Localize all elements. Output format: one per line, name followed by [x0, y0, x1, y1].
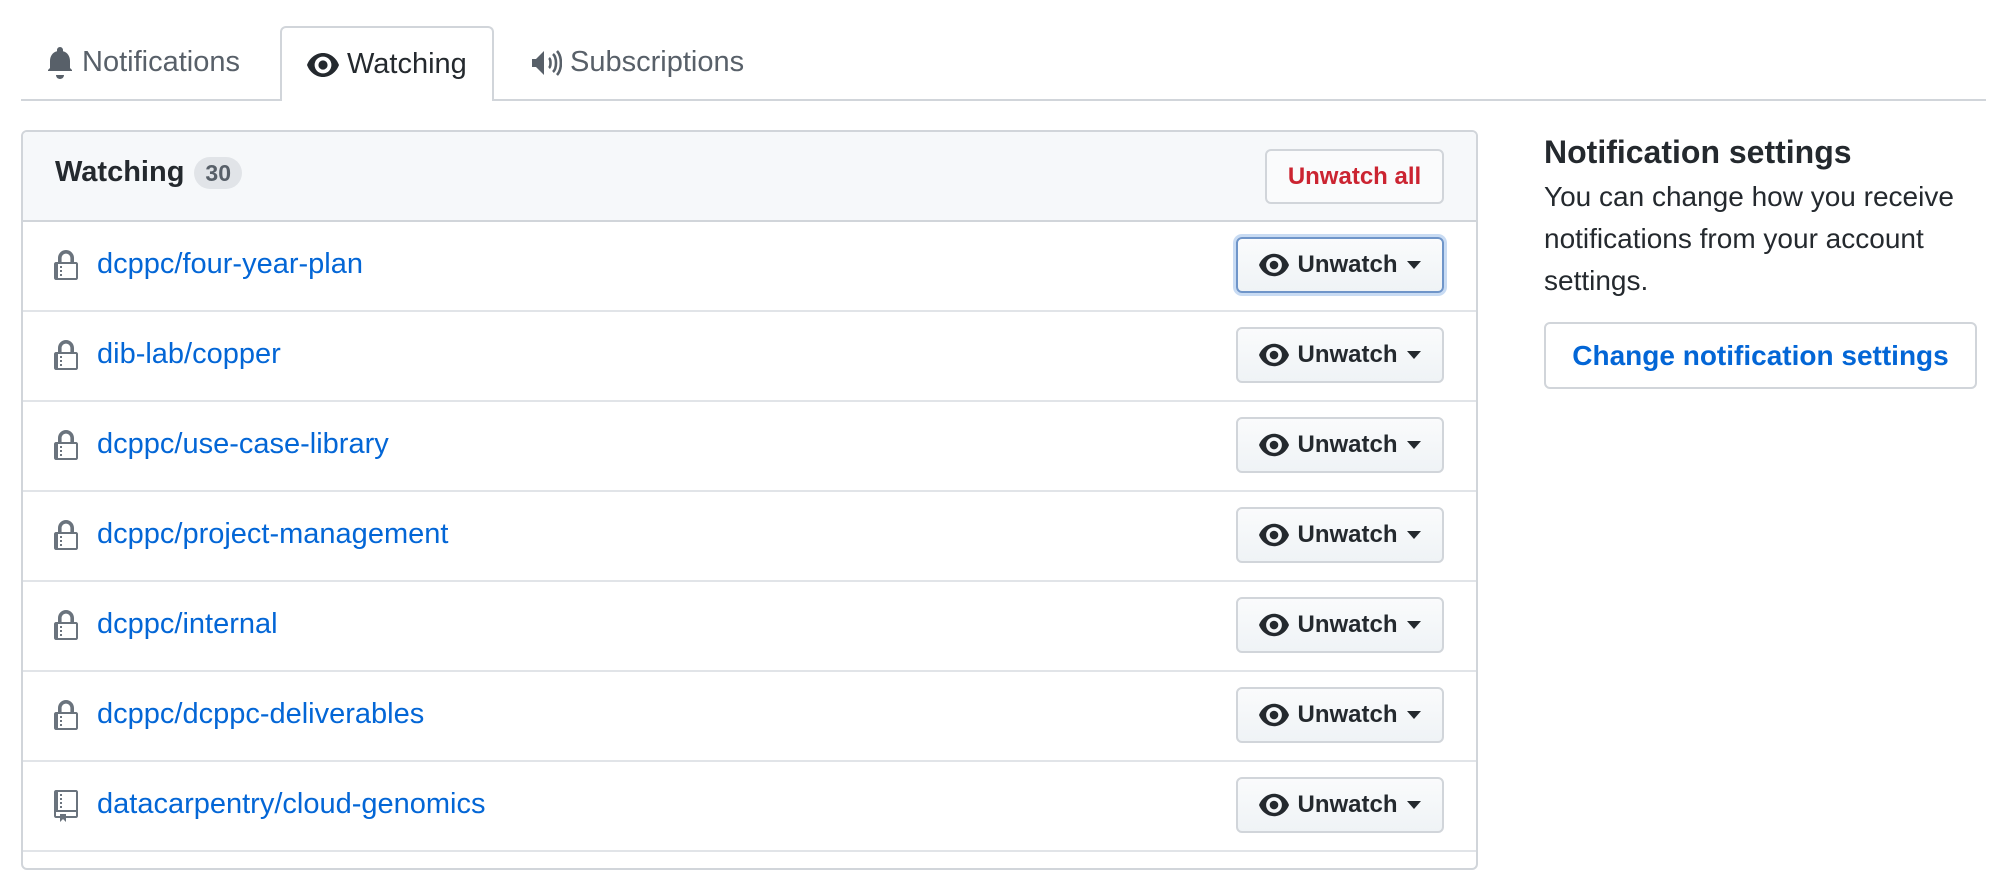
tab-subscriptions[interactable]: Subscriptions: [505, 26, 769, 99]
repo-link[interactable]: datacarpentry/cloud-genomics: [97, 788, 485, 821]
tab-label: Notifications: [82, 46, 240, 78]
eye-icon: [1259, 610, 1290, 640]
chevron-down-icon: [1406, 351, 1421, 359]
lock-icon: [53, 700, 79, 732]
unwatch-button[interactable]: Unwatch: [1236, 237, 1444, 293]
watching-box: Watching 30 Unwatch all dcppc/four-year-…: [21, 130, 1478, 870]
tab-label: Subscriptions: [570, 46, 745, 78]
list-item: datacarpentry/cloud-genomics Unwatch: [23, 762, 1476, 852]
chevron-down-icon: [1406, 621, 1421, 629]
repo-link[interactable]: dcppc/internal: [97, 608, 278, 641]
change-notification-settings-button[interactable]: Change notification settings: [1544, 322, 1977, 389]
repo-link[interactable]: dib-lab/copper: [97, 338, 281, 371]
list-item: dcppc/four-year-plan Unwatch: [23, 222, 1476, 312]
watching-header: Watching 30 Unwatch all: [23, 132, 1476, 222]
list-item: dib-lab/copper Unwatch: [23, 312, 1476, 402]
lock-icon: [53, 610, 79, 642]
eye-icon: [1259, 700, 1290, 730]
eye-icon: [1259, 520, 1290, 550]
chevron-down-icon: [1406, 261, 1421, 269]
notification-settings-title: Notification settings: [1544, 134, 1852, 170]
list-item: dcppc/project-management Unwatch: [23, 492, 1476, 582]
notification-settings-panel: Notification settings You can change how…: [1544, 132, 1984, 389]
eye-icon: [1259, 340, 1290, 370]
tab-watching[interactable]: Watching: [280, 26, 494, 101]
watching-count-badge: 30: [194, 156, 243, 189]
unwatch-button-label: Unwatch: [1297, 791, 1398, 818]
list-item: dcppc/internal Unwatch: [23, 582, 1476, 672]
chevron-down-icon: [1406, 441, 1421, 449]
repo-link[interactable]: dcppc/use-case-library: [97, 428, 389, 461]
unwatch-button-label: Unwatch: [1297, 701, 1398, 728]
repo-icon: [53, 790, 79, 822]
repo-link[interactable]: dcppc/dcppc-deliverables: [97, 698, 424, 731]
eye-icon: [1259, 430, 1290, 460]
lock-icon: [53, 520, 79, 552]
repo-link[interactable]: dcppc/project-management: [97, 518, 448, 551]
unwatch-button[interactable]: Unwatch: [1236, 327, 1444, 383]
eye-icon: [307, 49, 339, 81]
tab-nav: Notifications Watching Subscriptions: [21, 26, 1986, 101]
eye-icon: [1259, 790, 1290, 820]
list-item: dcppc/dcppc-deliverables Unwatch: [23, 672, 1476, 762]
eye-icon: [1259, 250, 1290, 280]
unwatch-button-label: Unwatch: [1297, 611, 1398, 638]
megaphone-icon: [530, 47, 562, 79]
unwatch-button[interactable]: Unwatch: [1236, 687, 1444, 743]
unwatch-all-button[interactable]: Unwatch all: [1265, 149, 1444, 204]
unwatch-button[interactable]: Unwatch: [1236, 417, 1444, 473]
tab-label: Watching: [347, 48, 467, 80]
unwatch-button-label: Unwatch: [1297, 341, 1398, 368]
unwatch-button[interactable]: Unwatch: [1236, 507, 1444, 563]
chevron-down-icon: [1406, 711, 1421, 719]
unwatch-button-label: Unwatch: [1297, 251, 1398, 278]
repo-link[interactable]: dcppc/four-year-plan: [97, 248, 363, 281]
unwatch-button-label: Unwatch: [1297, 431, 1398, 458]
unwatch-button[interactable]: Unwatch: [1236, 777, 1444, 833]
lock-icon: [53, 430, 79, 462]
watching-title: Watching 30: [55, 156, 243, 189]
chevron-down-icon: [1406, 531, 1421, 539]
tab-notifications[interactable]: Notifications: [21, 26, 265, 99]
lock-icon: [53, 250, 79, 282]
lock-icon: [53, 340, 79, 372]
list-item: dcppc/use-case-library Unwatch: [23, 402, 1476, 492]
unwatch-button[interactable]: Unwatch: [1236, 597, 1444, 653]
bell-icon: [46, 46, 74, 79]
watching-title-text: Watching: [55, 156, 185, 188]
unwatch-button-label: Unwatch: [1297, 521, 1398, 548]
chevron-down-icon: [1406, 801, 1421, 809]
notification-settings-description: You can change how you receive notificat…: [1544, 181, 1954, 296]
